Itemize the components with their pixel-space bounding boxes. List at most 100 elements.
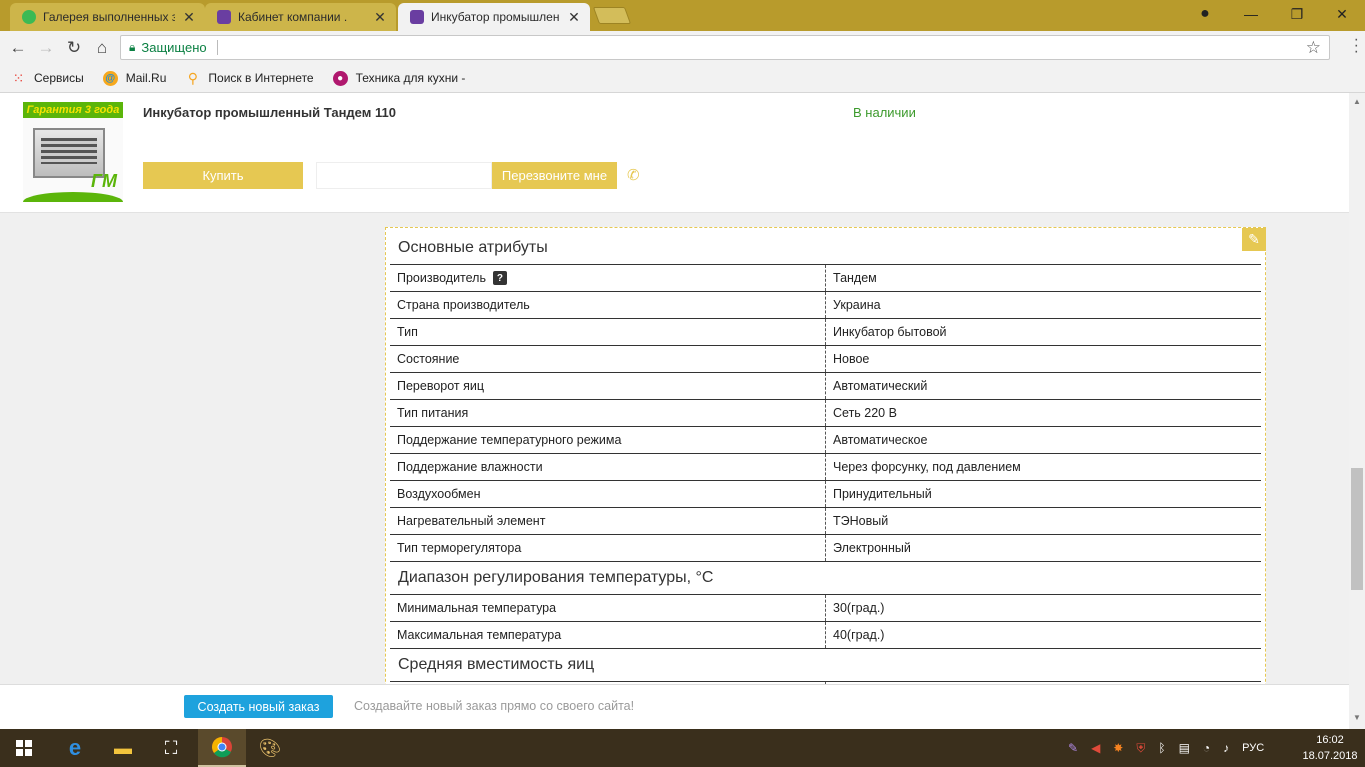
paint-icon[interactable]: 🎨︎ — [246, 729, 294, 767]
image-decoration — [23, 192, 123, 202]
help-icon[interactable]: ? — [492, 271, 507, 285]
phone-input[interactable] — [316, 162, 492, 189]
maximize-button[interactable]: ❐ — [1274, 0, 1320, 28]
bookmark-label: Поиск в Интернете — [208, 71, 314, 85]
system-clock[interactable]: 16:02 18.07.2018 — [1296, 732, 1364, 764]
reload-icon[interactable]: ↻ — [62, 36, 86, 60]
lock-icon: 🔒︎ — [129, 40, 136, 54]
minimize-button[interactable]: — — [1228, 0, 1274, 28]
attr-name: Воздухообмен — [390, 481, 826, 507]
attr-value: 40(град.) — [833, 628, 885, 642]
scroll-down-arrow-icon[interactable]: ▼ — [1353, 713, 1361, 722]
pen-icon[interactable]: ✎ — [1068, 741, 1078, 755]
close-window-button[interactable]: ✕ — [1319, 0, 1365, 28]
callback-button[interactable]: Перезвоните мне — [492, 162, 617, 189]
close-tab-icon[interactable]: ✕ — [372, 9, 388, 26]
table-row: Тип питания Сеть 220 В — [390, 400, 1261, 427]
network-icon[interactable]: ▤ — [1179, 741, 1190, 755]
tab-favicon-icon — [217, 10, 231, 24]
store-icon: ● — [332, 70, 348, 86]
browser-tab-cabinet[interactable]: Кабинет компании . ✕ — [205, 3, 396, 31]
buy-button[interactable]: Купить — [143, 162, 303, 189]
store-icon[interactable]: ⛶ — [147, 729, 195, 767]
speaker-warning-icon[interactable]: ◀ — [1091, 741, 1100, 755]
chrome-icon[interactable] — [198, 729, 246, 767]
mailru-icon: @ — [102, 70, 118, 86]
tab-title: Галерея выполненных з — [43, 10, 175, 24]
table-row: Тип Инкубатор бытовой — [390, 319, 1261, 346]
tab-favicon-icon — [22, 10, 36, 24]
product-title[interactable]: Инкубатор промышленный Тандем 110 — [143, 105, 396, 120]
table-row: Поддержание температурного режима Автома… — [390, 427, 1261, 454]
bookmark-mailru[interactable]: @ Mail.Ru — [102, 70, 166, 86]
attr-name: Состояние — [390, 346, 826, 372]
attr-value: Сеть 220 В — [833, 406, 897, 420]
product-header: Гарантия 3 года ГМ Инкубатор промышленны… — [0, 93, 1349, 213]
volume-icon[interactable]: ♪ — [1223, 741, 1229, 755]
file-explorer-icon[interactable]: ▬ — [99, 729, 147, 767]
attr-value: Принудительный — [833, 487, 932, 501]
table-row: Минимальная температура 30(град.) — [390, 595, 1261, 622]
bookmark-label: Сервисы — [34, 71, 84, 85]
wifi-icon[interactable]: ◔ — [1203, 741, 1210, 755]
table-row: Переворот яиц Автоматический — [390, 373, 1261, 400]
apps-grid-icon: ⁙ — [12, 69, 25, 86]
attr-value: Тандем — [833, 271, 877, 285]
address-bar[interactable]: 🔒︎ Защищено ☆ — [120, 35, 1330, 60]
attr-value: 30(град.) — [833, 601, 885, 615]
back-arrow-icon[interactable]: ← — [6, 36, 30, 60]
attr-value: Автоматическое — [833, 433, 928, 447]
language-indicator[interactable]: РУС — [1242, 742, 1264, 754]
attr-value: Через форсунку, под давлением — [833, 460, 1021, 474]
browser-menu-icon[interactable]: · · · — [1354, 32, 1359, 60]
table-row: Воздухообмен Принудительный — [390, 481, 1261, 508]
bookmark-services[interactable]: ⁙ Сервисы — [11, 69, 84, 86]
section-title-capacity: Средняя вместимость яиц — [390, 649, 1261, 682]
bookmark-kitchen[interactable]: ● Техника для кухни - — [332, 70, 466, 86]
close-tab-icon[interactable]: ✕ — [181, 9, 197, 26]
shield-icon[interactable]: ⛨ — [1136, 741, 1145, 756]
attr-name: Тип — [390, 319, 826, 345]
avast-icon[interactable]: ✸ — [1113, 741, 1123, 755]
browser-tab-gallery[interactable]: Галерея выполненных з ✕ — [10, 3, 205, 31]
attr-value: Украина — [833, 298, 881, 312]
attr-name: Минимальная температура — [390, 595, 826, 621]
home-icon[interactable]: ⌂ — [90, 36, 114, 60]
availability-status: В наличии — [853, 105, 916, 120]
attr-name: Производитель — [397, 271, 486, 285]
profile-icon[interactable]: ● — [1182, 0, 1228, 28]
table-row: Нагревательный элемент ТЭНовый — [390, 508, 1261, 535]
browser-toolbar: ← → ↻ ⌂ 🔒︎ Защищено ☆ · · · — [0, 31, 1365, 64]
attr-name: Тип терморегулятора — [390, 535, 826, 561]
bluetooth-icon[interactable]: ᛒ — [1158, 741, 1165, 755]
browser-tab-strip: Галерея выполненных з ✕ Кабинет компании… — [0, 0, 1365, 31]
clock-time: 16:02 — [1316, 734, 1344, 746]
table-row: Состояние Новое — [390, 346, 1261, 373]
clock-date: 18.07.2018 — [1302, 750, 1358, 762]
new-order-hint: Создавайте новый заказ прямо со своего с… — [354, 699, 635, 713]
edit-pencil-icon[interactable]: ✎ — [1242, 228, 1266, 251]
page-scrollbar[interactable]: ▲ ▼ — [1349, 93, 1365, 729]
windows-taskbar: e ▬ ⛶ 🎨︎ ✎ ◀ ✸ ⛨ ᛒ ▤ ◔ ♪ РУС 16:02 18.07… — [0, 729, 1365, 767]
phone-icon: ✆ — [627, 167, 640, 184]
windows-start-icon[interactable] — [0, 729, 48, 767]
secure-label: Защищено — [141, 40, 207, 55]
close-tab-icon[interactable]: ✕ — [566, 9, 582, 26]
browser-tab-incubator[interactable]: Инкубатор промышлен ✕ — [398, 3, 590, 31]
section-title-main: Основные атрибуты — [390, 232, 1261, 265]
scroll-up-arrow-icon[interactable]: ▲ — [1353, 97, 1361, 106]
tab-title: Кабинет компании . — [238, 10, 348, 24]
table-row: Производитель ? Тандем — [390, 265, 1261, 292]
new-tab-button[interactable] — [592, 7, 632, 24]
product-image[interactable]: Гарантия 3 года ГМ — [23, 102, 123, 202]
create-order-button[interactable]: Создать новый заказ — [184, 695, 333, 718]
forward-arrow-icon[interactable]: → — [34, 36, 58, 60]
bookmark-star-icon[interactable]: ☆ — [1306, 38, 1321, 58]
scrollbar-thumb[interactable] — [1351, 468, 1363, 590]
bookmark-label: Техника для кухни - — [355, 71, 466, 85]
edge-browser-icon[interactable]: e — [51, 729, 99, 767]
attr-name: Страна производитель — [390, 292, 826, 318]
attr-name: Переворот яиц — [390, 373, 826, 399]
table-row: Поддержание влажности Через форсунку, по… — [390, 454, 1261, 481]
bookmark-search[interactable]: ⚲ Поиск в Интернете — [185, 70, 314, 86]
